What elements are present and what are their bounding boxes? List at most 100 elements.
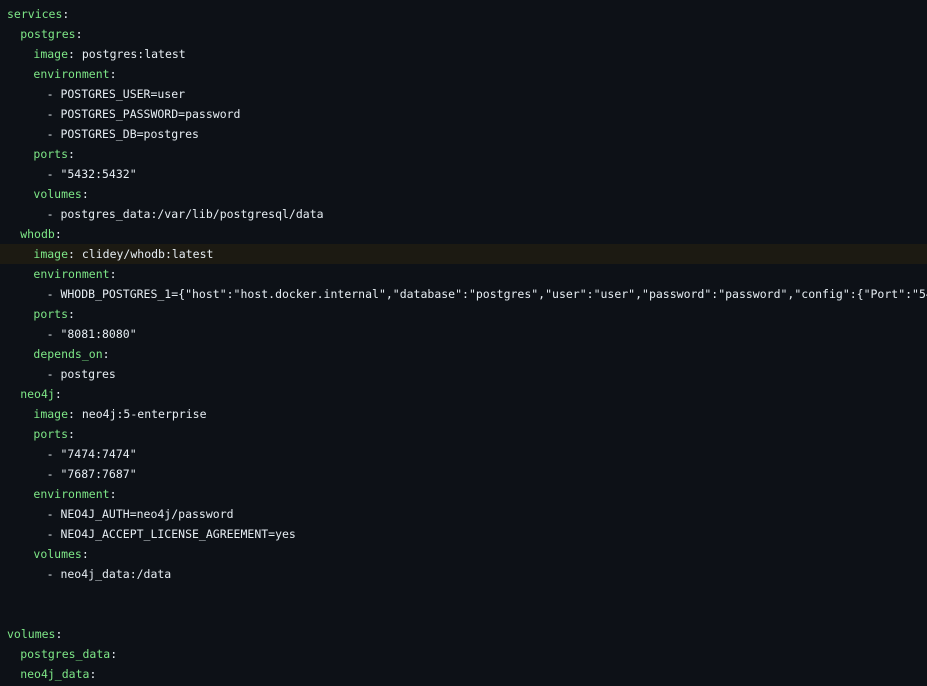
yaml-key: environment [33,267,110,281]
yaml-key: postgres_data [20,647,111,661]
yaml-colon: : [54,227,62,241]
yaml-colon: : [68,247,75,261]
yaml-key: volumes [33,187,82,201]
code-line[interactable]: postgres_data: [0,644,927,664]
yaml-colon: : [54,387,62,401]
code-line[interactable]: - POSTGRES_DB=postgres [0,124,927,144]
yaml-value: NEO4J_ACCEPT_LICENSE_AGREEMENT=yes [60,527,296,541]
code-line[interactable]: - NEO4J_AUTH=neo4j/password [0,504,927,524]
code-line[interactable]: - POSTGRES_PASSWORD=password [0,104,927,124]
list-dash: - [46,207,61,221]
yaml-key: image [33,247,69,261]
code-line[interactable]: neo4j_data: [0,664,927,684]
yaml-colon: : [68,427,75,441]
list-dash: - [46,327,61,341]
yaml-value: neo4j:5-enterprise [74,407,207,421]
yaml-colon: : [109,487,117,501]
list-dash: - [46,127,61,141]
code-line[interactable]: volumes: [0,544,927,564]
list-dash: - [46,447,61,461]
yaml-value: POSTGRES_PASSWORD=password [60,107,241,121]
yaml-colon: : [62,7,70,21]
list-dash: - [46,467,61,481]
yaml-value: postgres_data:/var/lib/postgresql/data [60,207,324,221]
code-line[interactable]: services: [0,4,927,24]
yaml-key: volumes [7,627,56,641]
yaml-colon: : [75,27,83,41]
yaml-value: NEO4J_AUTH=neo4j/password [60,507,234,521]
code-line[interactable]: image: neo4j:5-enterprise [0,404,927,424]
yaml-key: whodb [20,227,55,241]
yaml-colon: : [68,407,75,421]
yaml-colon: : [81,547,89,561]
code-line[interactable]: - "7687:7687" [0,464,927,484]
yaml-colon: : [81,187,89,201]
yaml-value: "7474:7474" [60,447,137,461]
yaml-value: "8081:8080" [60,327,137,341]
code-line[interactable]: - "7474:7474" [0,444,927,464]
code-line[interactable]: - postgres [0,364,927,384]
code-line[interactable]: - "5432:5432" [0,164,927,184]
yaml-value: clidey/whodb:latest [74,247,214,261]
yaml-key: image [33,407,69,421]
yaml-key: services [7,7,63,21]
yaml-value: WHODB_POSTGRES_1={"host":"host.docker.in… [60,287,927,301]
code-line[interactable]: volumes: [0,624,927,644]
code-line[interactable]: environment: [0,264,927,284]
yaml-colon: : [68,147,75,161]
yaml-colon: : [89,667,97,681]
yaml-colon: : [68,307,75,321]
yaml-key: environment [33,67,110,81]
list-dash: - [46,567,61,581]
code-line[interactable]: - postgres_data:/var/lib/postgresql/data [0,204,927,224]
code-line[interactable] [0,584,927,604]
code-line[interactable]: - WHODB_POSTGRES_1={"host":"host.docker.… [0,284,927,304]
code-line[interactable]: volumes: [0,184,927,204]
yaml-value: postgres [60,367,116,381]
yaml-colon: : [68,47,75,61]
yaml-value: neo4j_data:/data [60,567,172,581]
yaml-key: depends_on [33,347,103,361]
yaml-value: POSTGRES_DB=postgres [60,127,199,141]
yaml-key: environment [33,487,110,501]
yaml-key: neo4j [20,387,55,401]
code-line[interactable]: whodb: [0,224,927,244]
yaml-key: image [33,47,69,61]
yaml-value: POSTGRES_USER=user [60,87,186,101]
code-line[interactable] [0,604,927,624]
code-line[interactable]: - "8081:8080" [0,324,927,344]
yaml-key: ports [33,427,69,441]
code-line[interactable]: - neo4j_data:/data [0,564,927,584]
yaml-key: volumes [33,547,82,561]
yaml-value: "7687:7687" [60,467,137,481]
code-line[interactable]: postgres: [0,24,927,44]
yaml-colon: : [109,267,117,281]
yaml-colon: : [110,647,118,661]
list-dash: - [46,527,61,541]
list-dash: - [46,507,61,521]
yaml-colon: : [109,67,117,81]
yaml-key: ports [33,307,69,321]
code-line[interactable]: - NEO4J_ACCEPT_LICENSE_AGREEMENT=yes [0,524,927,544]
code-line[interactable]: environment: [0,484,927,504]
yaml-value: "5432:5432" [60,167,137,181]
code-line[interactable]: depends_on: [0,344,927,364]
list-dash: - [46,287,61,301]
code-line[interactable]: image: clidey/whodb:latest [0,244,927,264]
yaml-value: postgres:latest [74,47,186,61]
yaml-colon: : [102,347,110,361]
list-dash: - [46,167,61,181]
code-line[interactable]: ports: [0,424,927,444]
code-line[interactable]: - POSTGRES_USER=user [0,84,927,104]
code-line[interactable]: environment: [0,64,927,84]
list-dash: - [46,367,61,381]
yaml-key: postgres [20,27,76,41]
yaml-key: neo4j_data [20,667,90,681]
code-line[interactable]: neo4j: [0,384,927,404]
code-line[interactable]: ports: [0,144,927,164]
code-line[interactable]: ports: [0,304,927,324]
code-editor[interactable]: services: postgres: image: postgres:latest… [0,4,927,684]
list-dash: - [46,87,61,101]
code-line[interactable]: image: postgres:latest [0,44,927,64]
list-dash: - [46,107,61,121]
